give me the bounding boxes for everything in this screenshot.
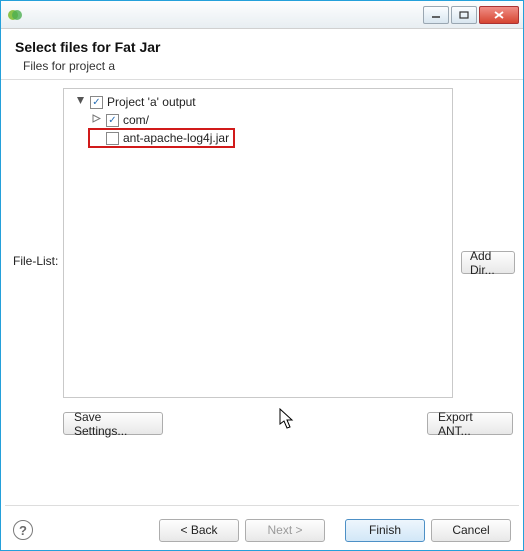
checkbox-jar[interactable] — [106, 132, 119, 145]
tree-row-root[interactable]: ✓ Project 'a' output — [66, 93, 450, 111]
checkbox-com[interactable]: ✓ — [106, 114, 119, 127]
tree-label-com: com/ — [123, 113, 149, 127]
back-button[interactable]: < Back — [159, 519, 239, 542]
export-ant-button[interactable]: Export ANT... — [427, 412, 513, 435]
help-icon[interactable]: ? — [13, 520, 33, 540]
tree-label-root: Project 'a' output — [107, 95, 196, 109]
next-button: Next > — [245, 519, 325, 542]
app-icon — [7, 7, 23, 23]
page-subtitle: Files for project a — [23, 59, 509, 73]
save-settings-button[interactable]: Save Settings... — [63, 412, 163, 435]
titlebar — [1, 1, 523, 29]
file-list-label: File-List: — [13, 254, 58, 268]
expand-icon[interactable] — [90, 114, 102, 126]
file-tree[interactable]: ✓ Project 'a' output ✓ com/ ant-apache-l… — [63, 88, 453, 398]
maximize-button[interactable] — [451, 6, 477, 24]
finish-button[interactable]: Finish — [345, 519, 425, 542]
separator — [5, 505, 519, 506]
tree-row-com[interactable]: ✓ com/ — [66, 111, 450, 129]
tree-row-jar[interactable]: ant-apache-log4j.jar — [66, 129, 450, 147]
close-button[interactable] — [479, 6, 519, 24]
checkbox-root[interactable]: ✓ — [90, 96, 103, 109]
content-area: File-List: ✓ Project 'a' output ✓ com/ a… — [1, 80, 523, 510]
collapse-icon[interactable] — [74, 96, 86, 108]
tree-label-jar: ant-apache-log4j.jar — [123, 131, 229, 145]
highlighted-item: ant-apache-log4j.jar — [88, 128, 235, 148]
page-title: Select files for Fat Jar — [15, 39, 509, 55]
add-dir-button[interactable]: Add Dir... — [461, 251, 515, 274]
wizard-header: Select files for Fat Jar Files for proje… — [1, 29, 523, 80]
footer: ? < Back Next > Finish Cancel — [1, 510, 523, 550]
cancel-button[interactable]: Cancel — [431, 519, 511, 542]
minimize-button[interactable] — [423, 6, 449, 24]
